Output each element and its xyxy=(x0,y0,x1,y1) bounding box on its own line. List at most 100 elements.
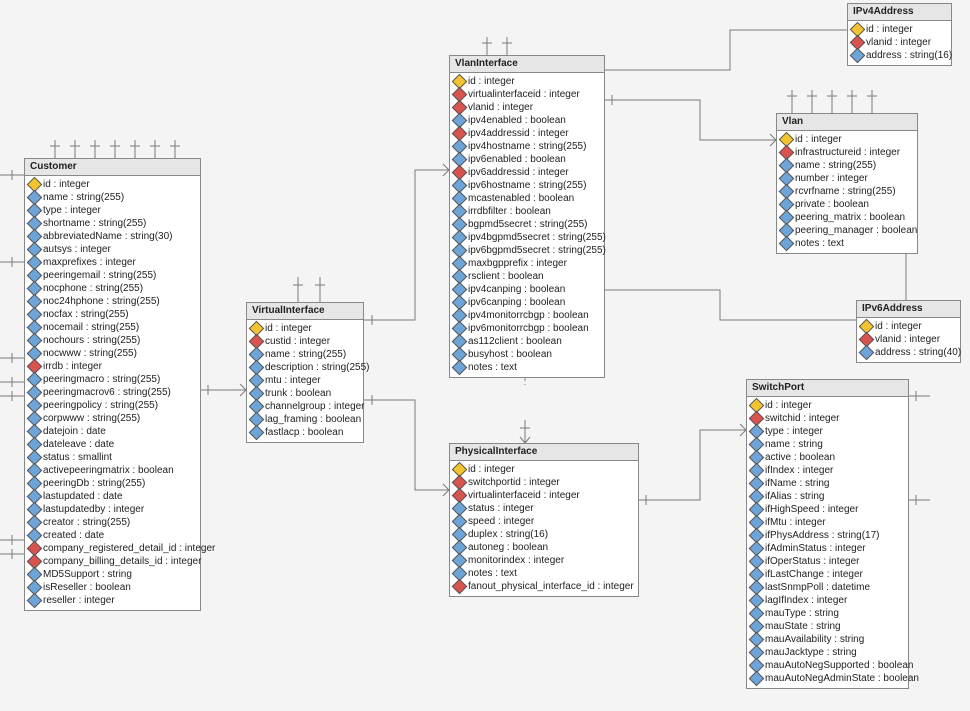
attribute-row: lag_framing : boolean xyxy=(251,413,359,426)
attribute-row: irrdbfilter : boolean xyxy=(454,205,600,218)
attribute-row: abbreviatedName : string(30) xyxy=(29,230,196,243)
entity-title: Customer xyxy=(25,159,200,176)
attribute-text: ipv6canping : boolean xyxy=(468,296,565,309)
attribute-text: notes : text xyxy=(468,567,517,580)
attribute-text: MD5Support : string xyxy=(43,568,132,581)
attribute-text: name : string(255) xyxy=(795,159,876,172)
attribute-text: creator : string(255) xyxy=(43,516,130,529)
col-icon xyxy=(779,236,795,252)
attribute-text: duplex : string(16) xyxy=(468,528,548,541)
attribute-row: switchportid : integer xyxy=(454,476,634,489)
attribute-row: notes : text xyxy=(781,237,913,250)
entity-attrs: id : integerinfrastructureid : integerna… xyxy=(777,131,917,253)
attribute-text: peering_manager : boolean xyxy=(795,224,917,237)
attribute-text: virtualinterfaceid : integer xyxy=(468,489,580,502)
attribute-text: bgpmd5secret : string(255) xyxy=(468,218,588,231)
attribute-text: nocwww : string(255) xyxy=(43,347,137,360)
attribute-row: rsclient : boolean xyxy=(454,270,600,283)
entity-ipv6address: IPv6Address id : integervlanid : integer… xyxy=(856,300,961,363)
attribute-text: id : integer xyxy=(795,133,842,146)
attribute-text: mauState : string xyxy=(765,620,841,633)
attribute-text: peeringDb : string(255) xyxy=(43,477,145,490)
col-icon xyxy=(27,593,43,609)
attribute-text: ifLastChange : integer xyxy=(765,568,863,581)
attribute-row: datejoin : date xyxy=(29,425,196,438)
attribute-row: peering_matrix : boolean xyxy=(781,211,913,224)
attribute-row: number : integer xyxy=(781,172,913,185)
attribute-row: ifIndex : integer xyxy=(751,464,904,477)
attribute-row: mauJacktype : string xyxy=(751,646,904,659)
attribute-text: mcastenabled : boolean xyxy=(468,192,574,205)
entity-title: VirtualInterface xyxy=(247,303,363,320)
attribute-text: corpwww : string(255) xyxy=(43,412,140,425)
attribute-row: lastupdated : date xyxy=(29,490,196,503)
entity-attrs: id : integervlanid : integeraddress : st… xyxy=(857,318,960,362)
attribute-row: ifPhysAddress : string(17) xyxy=(751,529,904,542)
attribute-text: channelgroup : integer xyxy=(265,400,365,413)
attribute-row: busyhost : boolean xyxy=(454,348,600,361)
attribute-text: ifPhysAddress : string(17) xyxy=(765,529,880,542)
attribute-row: id : integer xyxy=(852,23,947,36)
attribute-text: reseller : integer xyxy=(43,594,115,607)
attribute-row: ifLastChange : integer xyxy=(751,568,904,581)
attribute-text: custid : integer xyxy=(265,335,330,348)
attribute-text: rsclient : boolean xyxy=(468,270,544,283)
attribute-text: infrastructureid : integer xyxy=(795,146,900,159)
attribute-row: status : smallint xyxy=(29,451,196,464)
attribute-text: fanout_physical_interface_id : integer xyxy=(468,580,634,593)
entity-attrs: id : integercustid : integername : strin… xyxy=(247,320,363,442)
attribute-text: peering_matrix : boolean xyxy=(795,211,905,224)
attribute-text: lastupdated : date xyxy=(43,490,123,503)
attribute-text: type : integer xyxy=(765,425,823,438)
attribute-row: activepeeringmatrix : boolean xyxy=(29,464,196,477)
attribute-row: type : integer xyxy=(751,425,904,438)
attribute-text: type : integer xyxy=(43,204,101,217)
attribute-row: ipv4monitorrcbgp : boolean xyxy=(454,309,600,322)
attribute-row: mauType : string xyxy=(751,607,904,620)
attribute-text: monitorindex : integer xyxy=(468,554,564,567)
attribute-row: notes : text xyxy=(454,361,600,374)
attribute-row: ifHighSpeed : integer xyxy=(751,503,904,516)
attribute-text: ipv6addressid : integer xyxy=(468,166,569,179)
attribute-text: vlanid : integer xyxy=(468,101,533,114)
attribute-row: bgpmd5secret : string(255) xyxy=(454,218,600,231)
attribute-row: mcastenabled : boolean xyxy=(454,192,600,205)
attribute-row: id : integer xyxy=(751,399,904,412)
attribute-text: name : string(255) xyxy=(265,348,346,361)
attribute-row: mauAutoNegAdminState : boolean xyxy=(751,672,904,685)
entity-title: SwitchPort xyxy=(747,380,908,397)
attribute-text: peeringmacrov6 : string(255) xyxy=(43,386,171,399)
attribute-row: creator : string(255) xyxy=(29,516,196,529)
attribute-text: status : integer xyxy=(468,502,534,515)
attribute-row: monitorindex : integer xyxy=(454,554,634,567)
attribute-text: maxbgpprefix : integer xyxy=(468,257,567,270)
attribute-text: notes : text xyxy=(468,361,517,374)
attribute-text: vlanid : integer xyxy=(875,333,940,346)
attribute-row: address : string(40) xyxy=(861,346,956,359)
attribute-text: dateleave : date xyxy=(43,438,114,451)
attribute-text: busyhost : boolean xyxy=(468,348,552,361)
entity-title: IPv6Address xyxy=(857,301,960,318)
attribute-text: mauAvailability : string xyxy=(765,633,864,646)
attribute-row: ipv4addressid : integer xyxy=(454,127,600,140)
attribute-text: trunk : boolean xyxy=(265,387,331,400)
attribute-row: mauState : string xyxy=(751,620,904,633)
attribute-text: id : integer xyxy=(43,178,90,191)
entity-switchport: SwitchPort id : integerswitchid : intege… xyxy=(746,379,909,689)
attribute-text: ipv6hostname : string(255) xyxy=(468,179,586,192)
attribute-text: mauType : string xyxy=(765,607,839,620)
attribute-row: id : integer xyxy=(454,463,634,476)
attribute-row: peeringmacrov6 : string(255) xyxy=(29,386,196,399)
attribute-row: lastupdatedby : integer xyxy=(29,503,196,516)
attribute-text: activepeeringmatrix : boolean xyxy=(43,464,174,477)
attribute-row: mtu : integer xyxy=(251,374,359,387)
attribute-row: irrdb : integer xyxy=(29,360,196,373)
col-icon xyxy=(859,345,875,361)
attribute-row: fanout_physical_interface_id : integer xyxy=(454,580,634,593)
attribute-row: ipv6enabled : boolean xyxy=(454,153,600,166)
attribute-text: maxprefixes : integer xyxy=(43,256,136,269)
attribute-row: corpwww : string(255) xyxy=(29,412,196,425)
attribute-text: irrdbfilter : boolean xyxy=(468,205,551,218)
attribute-text: virtualinterfaceid : integer xyxy=(468,88,580,101)
attribute-text: id : integer xyxy=(265,322,312,335)
